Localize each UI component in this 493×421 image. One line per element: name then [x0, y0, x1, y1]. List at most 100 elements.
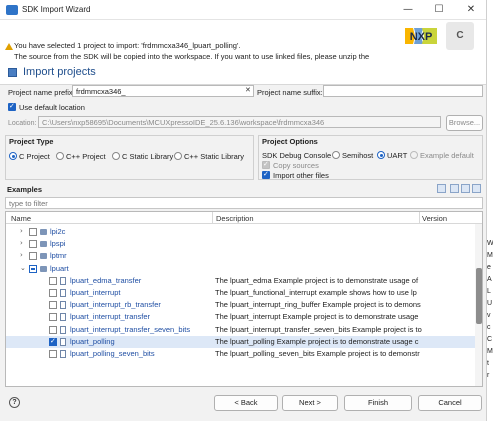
c-project-radio[interactable]	[9, 152, 17, 160]
background-text: t	[487, 360, 489, 367]
table-row[interactable]: lpuart_edma_transfer The lpuart_edma Exam…	[6, 275, 476, 287]
table-row[interactable]: lpuart_interrupt_transfer The lpuart_inte…	[6, 311, 476, 323]
c-project-label: C Project	[19, 152, 50, 161]
file-icon	[60, 350, 66, 358]
clear-prefix-icon[interactable]: ✕	[245, 86, 251, 94]
row-description: The lpuart_interrupt_ring_buffer Example…	[215, 300, 421, 310]
uncheck-all-icon[interactable]	[472, 184, 481, 193]
chevron-right-icon[interactable]: ›	[20, 251, 23, 259]
table-row[interactable]: lpuart_polling_seven_bits The lpuart_poll…	[6, 348, 476, 360]
row-name: lpuart_interrupt_transfer_seven_bits	[70, 324, 191, 334]
filter-icon[interactable]	[450, 184, 459, 193]
debug-console-label: SDK Debug Console	[262, 151, 332, 160]
suffix-input[interactable]	[323, 85, 483, 97]
row-name: lpuart_edma_transfer	[70, 275, 142, 285]
background-text: r	[487, 372, 490, 379]
row-checkbox[interactable]	[29, 264, 37, 273]
row-name: lpuart	[50, 263, 69, 273]
import-other-files-label: Import other files	[273, 171, 329, 180]
background-text: U	[487, 300, 493, 307]
nxp-logo: NXP	[405, 28, 437, 44]
table-row[interactable]: lpuart_interrupt The lpuart_functional_in…	[6, 287, 476, 299]
row-checkbox[interactable]	[49, 350, 57, 358]
column-version[interactable]: Version	[422, 214, 447, 223]
row-checkbox[interactable]	[49, 289, 57, 297]
uart-radio[interactable]	[377, 151, 385, 159]
row-description: The lpuart_polling_seven_bits Example pr…	[215, 349, 420, 358]
row-checkbox[interactable]	[49, 301, 57, 310]
import-other-files-checkbox[interactable]	[262, 170, 270, 179]
row-checkbox[interactable]	[29, 228, 37, 236]
table-row[interactable]: › lpspi	[6, 238, 476, 250]
row-checkbox[interactable]	[29, 252, 37, 261]
row-checkbox[interactable]	[29, 240, 37, 249]
example-filter-input[interactable]	[5, 197, 483, 209]
row-checkbox[interactable]	[49, 337, 57, 346]
folder-icon	[40, 253, 47, 260]
row-name: lpuart_interrupt_rb_transfer	[70, 300, 161, 310]
column-divider[interactable]	[419, 212, 420, 224]
table-row[interactable]: lpuart_interrupt_transfer_seven_bits The …	[6, 324, 476, 336]
row-name: lpspi	[50, 239, 66, 249]
row-description: The lpuart_interrupt_transfer_seven_bits…	[215, 324, 422, 334]
use-default-location-checkbox[interactable]	[8, 102, 16, 111]
file-icon	[60, 301, 66, 310]
import-example-icon[interactable]	[437, 184, 446, 193]
suffix-label: Project name suffix:	[257, 88, 323, 97]
background-text: M	[487, 348, 493, 355]
table-row[interactable]: ⌄ lpuart	[6, 263, 476, 275]
minimize-button[interactable]: —	[398, 2, 418, 18]
c-static-library-label: C Static Library	[122, 152, 174, 161]
row-checkbox[interactable]	[49, 325, 57, 334]
c-static-library-radio[interactable]	[112, 152, 120, 160]
column-name[interactable]: Name	[11, 214, 31, 223]
chevron-right-icon[interactable]: ›	[20, 227, 23, 235]
nxp-logo-text: NXP	[410, 31, 433, 43]
table-row[interactable]: › lptmr	[6, 250, 476, 262]
browse-button[interactable]: Browse...	[446, 115, 483, 131]
file-icon	[60, 325, 66, 334]
table-scroll-thumb[interactable]	[476, 268, 482, 324]
cpp-static-library-radio[interactable]	[174, 152, 182, 160]
background-text: e	[487, 264, 491, 271]
next-button[interactable]: Next >	[282, 395, 338, 411]
chevron-down-icon[interactable]: ⌄	[20, 264, 26, 272]
info-message-line1: You have selected 1 project to import: '…	[14, 41, 241, 50]
folder-icon	[40, 265, 47, 272]
cpp-project-label: C++ Project	[66, 152, 106, 161]
location-input[interactable]: C:\Users\nxp58695\Documents\MCUXpressoID…	[38, 116, 441, 128]
background-text: L	[487, 288, 491, 295]
background-text: v	[487, 312, 491, 319]
semihost-radio[interactable]	[332, 151, 340, 159]
window-title: SDK Import Wizard	[22, 5, 91, 14]
close-button[interactable]: ✕	[461, 2, 481, 18]
cpp-project-radio[interactable]	[56, 152, 64, 160]
cancel-button[interactable]: Cancel	[418, 395, 482, 411]
prefix-label: Project name prefix:	[8, 88, 75, 97]
column-divider[interactable]	[212, 212, 213, 224]
check-all-icon[interactable]	[461, 184, 470, 193]
copy-sources-checkbox[interactable]	[262, 160, 270, 169]
finish-button[interactable]: Finish	[344, 395, 412, 411]
table-row[interactable]: › lpi2c	[6, 226, 476, 238]
project-type-title: Project Type	[9, 137, 54, 146]
help-icon[interactable]: ?	[9, 397, 20, 408]
background-window	[486, 0, 493, 421]
example-default-radio[interactable]	[410, 151, 418, 159]
examples-table: Name Description Version › lpi2c › lpspi › lp…	[5, 211, 483, 387]
column-description[interactable]: Description	[216, 214, 254, 223]
table-header: Name Description Version	[6, 212, 482, 224]
project-options-title: Project Options	[262, 137, 318, 146]
row-checkbox[interactable]	[49, 313, 57, 322]
row-checkbox[interactable]	[49, 276, 57, 285]
uart-label: UART	[387, 151, 408, 160]
page-title: Import projects	[23, 66, 96, 78]
maximize-button[interactable]: ☐	[429, 2, 449, 18]
warning-icon	[5, 43, 13, 50]
table-row[interactable]: lpuart_polling The lpuart_polling Example…	[6, 335, 476, 348]
chevron-right-icon[interactable]: ›	[20, 239, 23, 247]
prefix-input[interactable]: frdmmcxa346_	[72, 85, 254, 97]
file-icon	[60, 289, 66, 297]
table-row[interactable]: lpuart_interrupt_rb_transfer The lpuart_i…	[6, 299, 476, 311]
back-button[interactable]: < Back	[214, 395, 278, 411]
